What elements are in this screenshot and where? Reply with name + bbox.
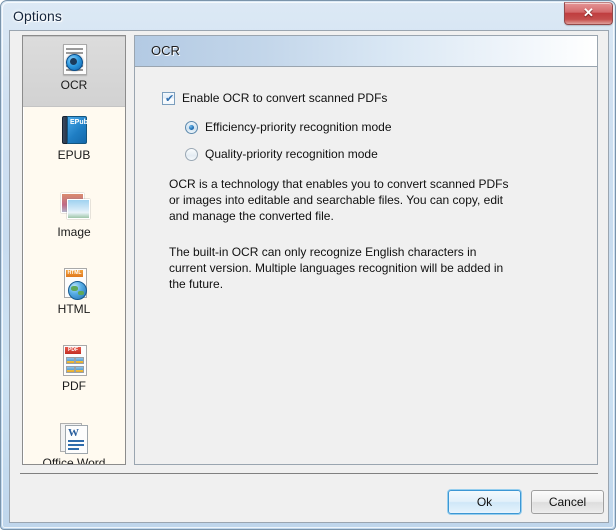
sidebar-item-label: HTML [57, 302, 91, 316]
radio-quality-priority[interactable] [185, 147, 198, 161]
sidebar-item-label: OCR [60, 78, 88, 92]
sidebar-item-label: Image [57, 225, 91, 239]
footer-divider [20, 473, 598, 474]
radio-quality-priority-label: Quality-priority recognition mode [205, 147, 378, 161]
ocr-limitation-paragraph: The built-in OCR can only recognize Engl… [169, 245, 504, 291]
enable-ocr-checkbox[interactable]: ✔ [162, 91, 175, 105]
settings-content-panel: OCR ✔ Enable OCR to convert scanned PDFs… [134, 35, 598, 465]
radio-quality-priority-row[interactable]: Quality-priority recognition mode [185, 147, 378, 161]
cancel-button[interactable]: Cancel [531, 490, 604, 514]
dialog-body: OCR EPub EPUB Image HTML HTML PDF PDF W … [9, 30, 609, 523]
radio-efficiency-priority-row[interactable]: Efficiency-priority recognition mode [185, 120, 392, 134]
sidebar-item-label: EPUB [57, 148, 91, 162]
radio-efficiency-priority-label: Efficiency-priority recognition mode [205, 120, 392, 134]
html-icon-text: HTML [66, 270, 83, 277]
sidebar-item-html[interactable]: HTML HTML [23, 267, 125, 338]
sidebar-item-pdf[interactable]: PDF PDF [23, 344, 125, 415]
close-button[interactable]: ✕ [564, 2, 613, 25]
sidebar-item-ocr[interactable]: OCR [23, 36, 125, 107]
enable-ocr-label: Enable OCR to convert scanned PDFs [182, 91, 388, 105]
checkmark-icon: ✔ [165, 91, 175, 105]
word-document-icon: W [58, 421, 90, 455]
enable-ocr-checkbox-row[interactable]: ✔ Enable OCR to convert scanned PDFs [162, 91, 387, 105]
category-sidebar[interactable]: OCR EPub EPUB Image HTML HTML PDF PDF W … [22, 35, 126, 465]
sidebar-item-image[interactable]: Image [23, 190, 125, 261]
window-title: Options [13, 8, 62, 24]
ok-button[interactable]: Ok [448, 490, 521, 514]
pdf-document-icon: PDF [58, 344, 90, 378]
image-photos-icon [58, 190, 90, 224]
ocr-description-paragraph: OCR is a technology that enables you to … [169, 177, 509, 223]
sidebar-item-office-word[interactable]: W Office Word [23, 421, 125, 465]
word-icon-text: W [68, 427, 79, 439]
sidebar-item-epub[interactable]: EPub EPUB [23, 113, 125, 184]
close-icon: ✕ [583, 5, 594, 20]
radio-efficiency-priority[interactable] [185, 120, 198, 134]
epub-book-icon: EPub [58, 113, 90, 147]
sidebar-item-label: PDF [62, 379, 86, 393]
section-header: OCR [135, 36, 597, 67]
options-dialog-window: Options ✕ OCR EPub EPUB Image HTML HTML … [0, 0, 616, 530]
epub-icon-text: EPub [70, 119, 88, 126]
html-globe-icon: HTML [58, 267, 90, 301]
sidebar-item-label: Office Word [42, 456, 106, 465]
ocr-document-icon [58, 43, 90, 77]
pdf-icon-text: PDF [65, 347, 81, 354]
page-title: OCR [151, 43, 180, 58]
title-bar: Options ✕ [1, 1, 615, 30]
